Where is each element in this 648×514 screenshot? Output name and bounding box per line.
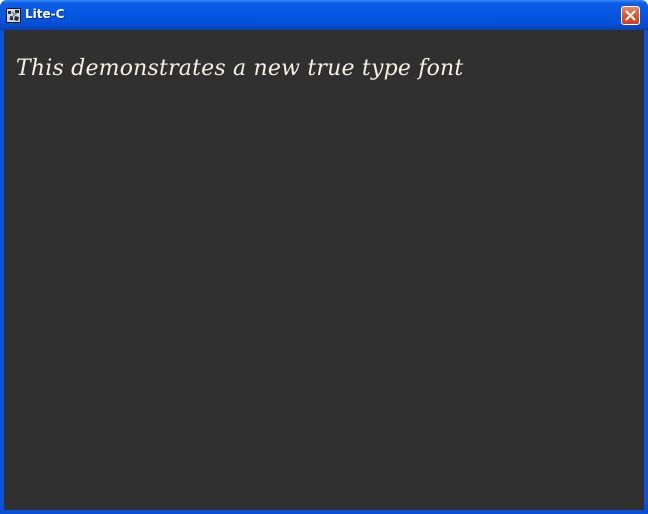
lite-c-app-icon[interactable] [6, 8, 21, 23]
close-icon [625, 10, 636, 21]
title-bar[interactable]: Lite-C [0, 0, 648, 30]
demo-text: This demonstrates a new true type font [16, 56, 464, 81]
close-button[interactable] [621, 6, 640, 25]
client-area: This demonstrates a new true type font [4, 30, 644, 510]
app-window: Lite-C This demonstrates a new true type… [0, 0, 648, 514]
window-title: Lite-C [25, 7, 65, 21]
